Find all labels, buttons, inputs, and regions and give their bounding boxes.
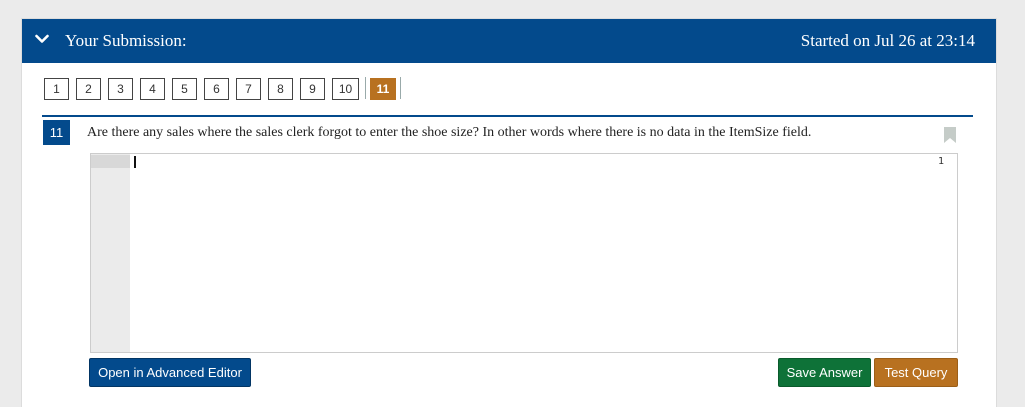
nav-separator: [365, 77, 366, 99]
text-cursor: [134, 156, 136, 168]
open-advanced-editor-button[interactable]: Open in Advanced Editor: [89, 358, 251, 387]
question-nav-item-2[interactable]: 2: [76, 78, 101, 100]
editor-gutter: [91, 154, 130, 352]
question-nav-item-5[interactable]: 5: [172, 78, 197, 100]
submission-header[interactable]: Your Submission: Started on Jul 26 at 23…: [22, 19, 996, 63]
question-number-badge: 11: [43, 120, 70, 145]
submission-card: Your Submission: Started on Jul 26 at 23…: [21, 18, 997, 407]
question-nav-item-9[interactable]: 9: [300, 78, 325, 100]
active-line-highlight: [91, 155, 130, 168]
question-nav-item-6[interactable]: 6: [204, 78, 229, 100]
question-nav-item-10[interactable]: 10: [332, 78, 359, 100]
sql-editor[interactable]: 1: [90, 153, 958, 353]
question-text: Are there any sales where the sales cler…: [87, 125, 812, 140]
question-nav-item-7[interactable]: 7: [236, 78, 261, 100]
question-nav-item-1[interactable]: 1: [44, 78, 69, 100]
nav-separator: [400, 77, 401, 99]
question-divider: [42, 115, 973, 117]
question-nav-item-8[interactable]: 8: [268, 78, 293, 100]
line-number: 1: [937, 156, 944, 167]
test-query-button[interactable]: Test Query: [874, 358, 958, 387]
submission-title: Your Submission:: [65, 31, 187, 50]
chevron-down-icon[interactable]: [35, 34, 49, 44]
bookmark-icon[interactable]: [944, 127, 956, 143]
question-nav-item-4[interactable]: 4: [140, 78, 165, 100]
save-answer-button[interactable]: Save Answer: [778, 358, 871, 387]
started-timestamp: Started on Jul 26 at 23:14: [800, 31, 975, 50]
question-nav-item-3[interactable]: 3: [108, 78, 133, 100]
question-nav-item-11-active[interactable]: 11: [370, 78, 396, 100]
